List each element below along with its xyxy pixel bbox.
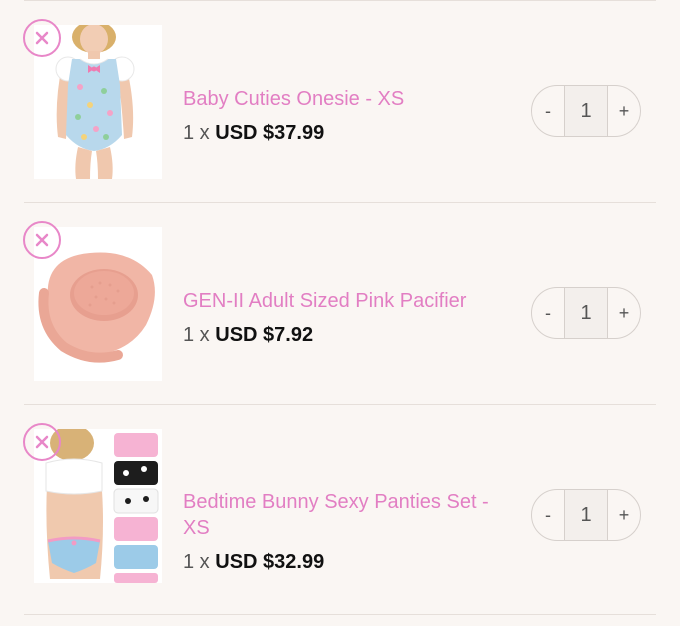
cart-list: Baby Cuties Onesie - XS 1 x USD $37.99 -… [0, 0, 680, 626]
item-info: Bedtime Bunny Sexy Panties Set - XS 1 x … [183, 489, 513, 575]
quantity-value[interactable]: 1 [564, 490, 608, 540]
cart-item-onesie: Baby Cuties Onesie - XS 1 x USD $37.99 -… [0, 1, 680, 203]
cart-item-panties-set: Bedtime Bunny Sexy Panties Set - XS 1 x … [0, 405, 680, 607]
item-price: USD $7.92 [215, 324, 314, 346]
close-icon [35, 435, 49, 449]
price-line: 1 x USD $37.99 [183, 120, 513, 146]
increase-quantity-button[interactable]: + [608, 288, 640, 338]
price-line: 1 x USD $32.99 [183, 549, 513, 575]
remove-item-button[interactable] [23, 19, 61, 57]
product-title[interactable]: Bedtime Bunny Sexy Panties Set - XS [183, 489, 513, 541]
item-info: Baby Cuties Onesie - XS 1 x USD $37.99 [183, 86, 513, 146]
quantity-value[interactable]: 1 [564, 288, 608, 338]
quantity-prefix: 1 x [183, 122, 210, 144]
quantity-stepper: - 1 + [531, 489, 641, 541]
quantity-prefix: 1 x [183, 324, 210, 346]
increase-quantity-button[interactable]: + [608, 86, 640, 136]
product-title[interactable]: Baby Cuties Onesie - XS [183, 86, 513, 112]
close-icon [35, 233, 49, 247]
increase-quantity-button[interactable]: + [608, 490, 640, 540]
decrease-quantity-button[interactable]: - [532, 86, 564, 136]
cart-item-pacifier: GEN-II Adult Sized Pink Pacifier 1 x USD… [0, 203, 680, 405]
divider [24, 614, 656, 615]
quantity-value[interactable]: 1 [564, 86, 608, 136]
quantity-stepper: - 1 + [531, 85, 641, 137]
item-price: USD $37.99 [215, 122, 325, 144]
decrease-quantity-button[interactable]: - [532, 490, 564, 540]
remove-item-button[interactable] [23, 221, 61, 259]
price-line: 1 x USD $7.92 [183, 322, 513, 348]
product-title[interactable]: GEN-II Adult Sized Pink Pacifier [183, 288, 513, 314]
decrease-quantity-button[interactable]: - [532, 288, 564, 338]
remove-item-button[interactable] [23, 423, 61, 461]
quantity-stepper: - 1 + [531, 287, 641, 339]
quantity-prefix: 1 x [183, 551, 210, 573]
close-icon [35, 31, 49, 45]
item-info: GEN-II Adult Sized Pink Pacifier 1 x USD… [183, 288, 513, 348]
item-price: USD $32.99 [215, 551, 325, 573]
